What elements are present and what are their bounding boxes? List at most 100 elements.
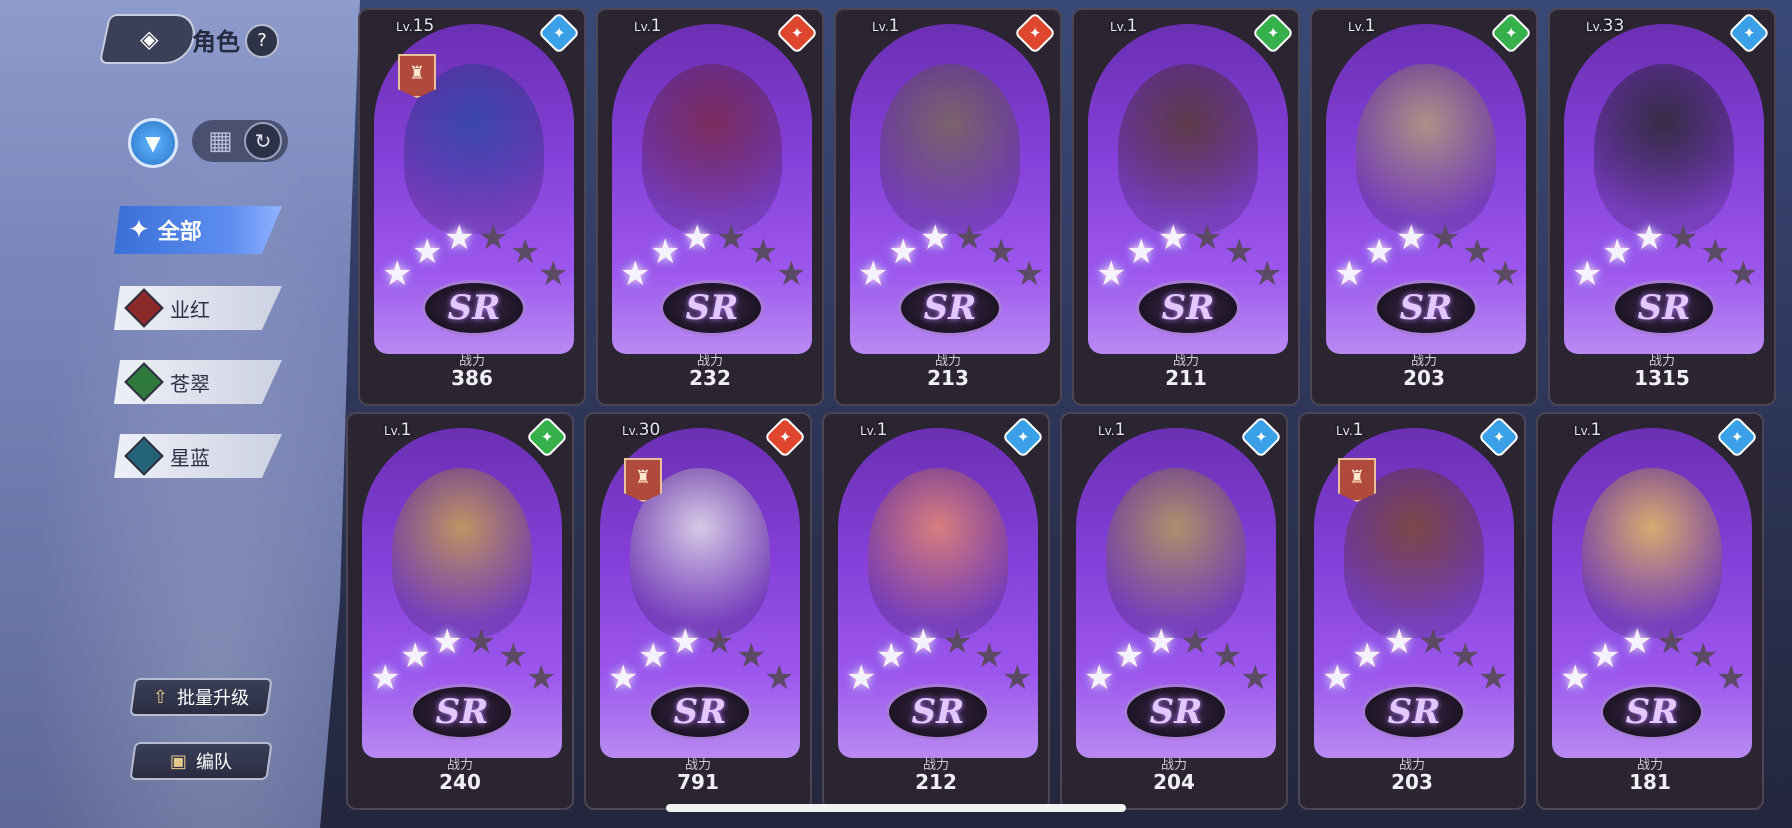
power-value: 240	[439, 770, 481, 794]
star-icon: ★	[370, 658, 401, 698]
filter-button[interactable]: ▼	[128, 118, 178, 168]
character-card[interactable]: Lv.1 ✦ ★ ★ ★ ★ ★ ★ SR 战力 203	[1310, 8, 1538, 406]
star-rating: ★ ★ ★ ★ ★ ★	[1322, 618, 1508, 698]
star-icon: ★	[400, 636, 431, 676]
character-card[interactable]: Lv.1 ✦ ★ ★ ★ ★ ★ ★ SR 战力 213	[834, 8, 1062, 406]
star-icon: ★	[608, 658, 639, 698]
character-card[interactable]: Lv.1 ✦ ★ ★ ★ ★ ★ ★ SR 战力 181	[1536, 412, 1764, 810]
category-green[interactable]: 苍翠	[114, 360, 282, 404]
empty-star-icon: ★	[1450, 636, 1481, 676]
category-label: 星蓝	[170, 445, 210, 470]
all-icon: ✦	[128, 215, 150, 245]
level-label: Lv.1	[1098, 420, 1126, 440]
formation-icon: ▣	[170, 750, 188, 772]
rarity-badge: SR	[1124, 684, 1228, 740]
power-value: 203	[1403, 366, 1445, 390]
star-rating: ★ ★ ★ ★ ★ ★	[1096, 214, 1282, 294]
character-card[interactable]: Lv.1 ✦ ♜ ★ ★ ★ ★ ★ ★ SR 战力 203	[1298, 412, 1526, 810]
rarity-badge: SR	[1374, 280, 1478, 336]
rarity-badge: SR	[886, 684, 990, 740]
rarity-badge: SR	[1136, 280, 1240, 336]
power-value: 181	[1629, 770, 1671, 794]
empty-star-icon: ★	[736, 636, 767, 676]
element-icon: ✦	[1477, 415, 1521, 459]
star-rating: ★ ★ ★ ★ ★ ★	[608, 618, 794, 698]
star-icon: ★	[670, 622, 701, 662]
element-icon: ✦	[1001, 415, 1045, 459]
green-gem-icon	[124, 362, 164, 402]
formation-button[interactable]: ▣ 编队	[129, 742, 273, 780]
star-icon: ★	[682, 218, 713, 258]
star-icon: ★	[858, 254, 889, 294]
view-toggle[interactable]: ▦ ↻	[192, 120, 288, 162]
empty-star-icon: ★	[510, 232, 541, 272]
character-card[interactable]: Lv.33 ✦ ★ ★ ★ ★ ★ ★ SR 战力 1315	[1548, 8, 1776, 406]
character-card[interactable]: Lv.1 ✦ ★ ★ ★ ★ ★ ★ SR 战力 212	[822, 412, 1050, 810]
power-value: 203	[1391, 770, 1433, 794]
level-label: Lv.15	[396, 16, 435, 36]
level-label: Lv.1	[860, 420, 888, 440]
character-portrait	[392, 468, 532, 638]
character-portrait	[642, 64, 782, 234]
level-label: Lv.1	[1574, 420, 1602, 440]
star-icon: ★	[846, 658, 877, 698]
star-icon: ★	[1322, 658, 1353, 698]
empty-star-icon: ★	[986, 232, 1017, 272]
star-icon: ★	[412, 232, 443, 272]
batch-upgrade-button[interactable]: ⇧ 批量升级	[129, 678, 273, 716]
rarity-badge: SR	[1612, 280, 1716, 336]
element-icon: ✦	[1013, 11, 1057, 55]
element-icon: ✦	[1715, 415, 1759, 459]
character-portrait	[868, 468, 1008, 638]
rarity-badge: SR	[410, 684, 514, 740]
star-icon: ★	[1634, 218, 1665, 258]
character-card[interactable]: Lv.1 ✦ ★ ★ ★ ★ ★ ★ SR 战力 240	[346, 412, 574, 810]
category-red[interactable]: 业红	[114, 286, 282, 330]
star-icon: ★	[1114, 636, 1145, 676]
empty-star-icon: ★	[498, 636, 529, 676]
batch-upgrade-label: 批量升级	[176, 688, 249, 709]
character-portrait	[1118, 64, 1258, 234]
power-value: 791	[677, 770, 719, 794]
star-icon: ★	[1096, 254, 1127, 294]
character-card[interactable]: Lv.1 ✦ ★ ★ ★ ★ ★ ★ SR 战力 204	[1060, 412, 1288, 810]
grid-icon[interactable]: ▦	[208, 126, 233, 156]
star-icon: ★	[1384, 622, 1415, 662]
power-value: 204	[1153, 770, 1195, 794]
refresh-icon[interactable]: ↻	[244, 122, 282, 160]
star-rating: ★ ★ ★ ★ ★ ★	[1084, 618, 1270, 698]
empty-star-icon: ★	[1478, 658, 1509, 698]
empty-star-icon: ★	[704, 622, 735, 662]
empty-star-icon: ★	[478, 218, 509, 258]
star-icon: ★	[1622, 622, 1653, 662]
star-icon: ★	[1334, 254, 1365, 294]
page-title: 角色	[192, 28, 240, 56]
empty-star-icon: ★	[1252, 254, 1283, 294]
rarity-badge: SR	[1600, 684, 1704, 740]
category-all[interactable]: ✦ 全部	[114, 206, 282, 254]
element-icon: ✦	[1239, 415, 1283, 459]
star-rating: ★ ★ ★ ★ ★ ★	[846, 618, 1032, 698]
star-icon: ★	[432, 622, 463, 662]
character-card[interactable]: Lv.1 ✦ ★ ★ ★ ★ ★ ★ SR 战力 232	[596, 8, 824, 406]
character-card[interactable]: Lv.1 ✦ ★ ★ ★ ★ ★ ★ SR 战力 211	[1072, 8, 1300, 406]
category-blue[interactable]: 星蓝	[114, 434, 282, 478]
empty-star-icon: ★	[1212, 636, 1243, 676]
red-gem-icon	[124, 288, 164, 328]
home-indicator[interactable]	[666, 804, 1126, 812]
power-value: 386	[451, 366, 493, 390]
element-icon: ✦	[775, 11, 819, 55]
empty-star-icon: ★	[748, 232, 779, 272]
empty-star-icon: ★	[974, 636, 1005, 676]
empty-star-icon: ★	[1002, 658, 1033, 698]
star-rating: ★ ★ ★ ★ ★ ★	[1572, 214, 1758, 294]
star-icon: ★	[876, 636, 907, 676]
character-card[interactable]: Lv.30 ✦ ♜ ★ ★ ★ ★ ★ ★ SR 战力 791	[584, 412, 812, 810]
character-portrait	[1582, 468, 1722, 638]
rarity-badge: SR	[422, 280, 526, 336]
character-portrait	[1594, 64, 1734, 234]
rarity-badge: SR	[898, 280, 1002, 336]
category-label: 苍翠	[170, 371, 210, 396]
character-card[interactable]: Lv.15 ✦ ♜ ★ ★ ★ ★ ★ ★ SR 战力 386	[358, 8, 586, 406]
help-button[interactable]: ?	[245, 24, 279, 58]
